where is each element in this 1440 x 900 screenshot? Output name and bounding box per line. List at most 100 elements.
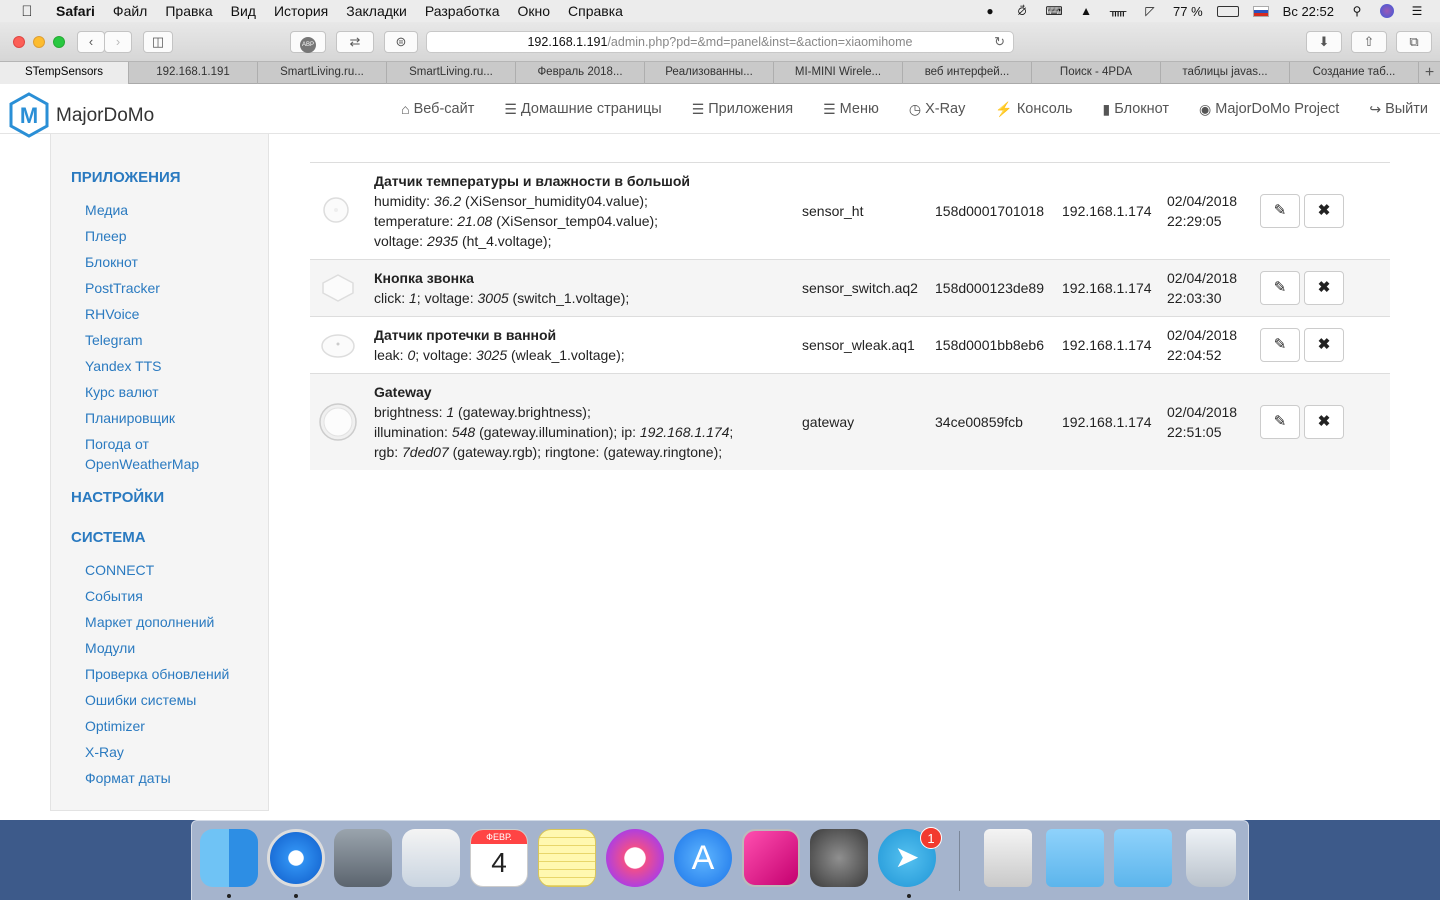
delete-button[interactable]: ✖ <box>1304 194 1344 228</box>
sidebar-item-date-format[interactable]: Формат даты <box>85 768 171 788</box>
input-language-icon[interactable] <box>1252 5 1269 17</box>
sidebar-item-optimizer[interactable]: Optimizer <box>85 716 145 736</box>
siri-icon[interactable] <box>1380 4 1394 18</box>
notes-icon[interactable] <box>538 829 596 887</box>
calendar-icon[interactable]: ФЕВР. 4 <box>470 829 528 887</box>
itunes-icon[interactable] <box>606 829 664 887</box>
delete-button[interactable]: ✖ <box>1304 271 1344 305</box>
nav-menu[interactable]: ☰ Меню <box>823 101 879 118</box>
sidebar-section-settings[interactable]: НАСТРОЙКИ <box>71 489 164 506</box>
menu-edit[interactable]: Правка <box>165 3 212 19</box>
preview-icon[interactable] <box>402 829 460 887</box>
sidebar-item-posttracker[interactable]: PostTracker <box>85 278 160 298</box>
menu-history[interactable]: История <box>274 3 328 19</box>
share-button[interactable]: ⇧ <box>1351 31 1387 53</box>
sidebar-item-connect[interactable]: CONNECT <box>85 560 154 580</box>
fullscreen-window-button[interactable] <box>53 36 65 48</box>
address-bar[interactable]: 192.168.1.191/admin.php?pd=&md=panel&ins… <box>426 31 1014 53</box>
sidebar-section-apps[interactable]: ПРИЛОЖЕНИЯ <box>71 169 181 186</box>
nav-console[interactable]: ⚡ Консоль <box>995 101 1072 118</box>
creative-cloud-icon[interactable]: ● <box>981 4 999 18</box>
spotlight-search-icon[interactable]: ⚲ <box>1348 4 1366 18</box>
browser-tab[interactable]: MI-MINI Wirele... <box>774 62 903 84</box>
sidebar-toggle-button[interactable]: ◫ <box>143 31 173 53</box>
trash-icon[interactable] <box>1186 829 1236 887</box>
system-preferences-icon[interactable] <box>810 829 868 887</box>
back-button[interactable]: ‹ <box>77 31 105 53</box>
edit-button[interactable]: ✎ <box>1260 271 1300 305</box>
browser-tab[interactable]: веб интерфей... <box>903 62 1032 84</box>
downloads-button[interactable]: ⬇ <box>1306 31 1342 53</box>
nav-website[interactable]: ⌂ Веб-сайт <box>401 101 474 117</box>
notification-center-icon[interactable]: ☰ <box>1408 4 1426 18</box>
delete-button[interactable]: ✖ <box>1304 328 1344 362</box>
cast-icon[interactable]: ▲ <box>1077 4 1095 18</box>
sidebar-item-modules[interactable]: Модули <box>85 638 135 658</box>
transmit-icon[interactable] <box>334 829 392 887</box>
edit-button[interactable]: ✎ <box>1260 405 1300 439</box>
nav-project[interactable]: ◉ MajorDoMo Project <box>1199 101 1339 118</box>
keyboard-icon[interactable]: ⌨ <box>1045 4 1063 18</box>
no-wifi-sync-icon[interactable]: ⦳ <box>1013 4 1031 18</box>
nav-apps[interactable]: ☰ Приложения <box>692 101 793 118</box>
browser-tab[interactable]: STempSensors <box>0 62 129 84</box>
nav-notepad[interactable]: ▮ Блокнот <box>1103 101 1170 118</box>
nav-logout[interactable]: ↪ Выйти <box>1369 101 1428 118</box>
document-icon[interactable] <box>984 829 1032 887</box>
browser-tab[interactable]: Реализованны... <box>645 62 774 84</box>
finder-icon[interactable] <box>200 829 258 887</box>
minimize-window-button[interactable] <box>33 36 45 48</box>
nav-xray[interactable]: ◷ X-Ray <box>909 101 966 118</box>
menu-bookmarks[interactable]: Закладки <box>346 3 407 19</box>
reader-button[interactable]: ⊜ <box>384 31 418 53</box>
browser-tab[interactable]: SmartLiving.ru... <box>258 62 387 84</box>
sidebar-item-errors[interactable]: Ошибки системы <box>85 690 196 710</box>
sidebar-section-system[interactable]: СИСТЕМА <box>71 529 146 546</box>
browser-tab[interactable]: таблицы javas... <box>1161 62 1290 84</box>
parallels-icon[interactable] <box>742 829 800 887</box>
edit-button[interactable]: ✎ <box>1260 328 1300 362</box>
browser-tab[interactable]: SmartLiving.ru... <box>387 62 516 84</box>
sidebar-item-scheduler[interactable]: Планировщик <box>85 408 175 428</box>
apple-icon[interactable]:  <box>16 3 38 20</box>
sidebar-item-telegram[interactable]: Telegram <box>85 330 143 350</box>
browser-tab[interactable]: Создание таб... <box>1290 62 1419 84</box>
browser-tab[interactable]: Февраль 2018... <box>516 62 645 84</box>
sidebar-item-events[interactable]: События <box>85 586 143 606</box>
menu-develop[interactable]: Разработка <box>425 3 500 19</box>
sidebar-item-rhvoice[interactable]: RHVoice <box>85 304 139 324</box>
app-store-icon[interactable]: A <box>674 829 732 887</box>
adblock-button[interactable]: ABP <box>290 31 326 53</box>
battery-icon[interactable] <box>1216 5 1239 17</box>
extension-button[interactable]: ⇄ <box>336 31 374 53</box>
sidebar-item-player[interactable]: Плеер <box>85 226 127 246</box>
sidebar-item-currency[interactable]: Курс валют <box>85 382 159 402</box>
sidebar-item-notepad[interactable]: Блокнот <box>85 252 138 272</box>
forward-button[interactable]: › <box>104 31 132 53</box>
bluetooth-icon[interactable]: ᚅ <box>1109 4 1127 18</box>
sidebar-item-weather-line2[interactable]: OpenWeatherMap <box>85 454 199 474</box>
sidebar-item-yandex-tts[interactable]: Yandex TTS <box>85 356 162 376</box>
safari-icon[interactable] <box>267 829 325 887</box>
sidebar-item-media[interactable]: Медиа <box>85 200 128 220</box>
edit-button[interactable]: ✎ <box>1260 194 1300 228</box>
menu-help[interactable]: Справка <box>568 3 623 19</box>
menu-app-safari[interactable]: Safari <box>56 3 95 19</box>
menu-file[interactable]: Файл <box>113 3 147 19</box>
browser-tab[interactable]: 192.168.1.191 <box>129 62 258 84</box>
nav-home-pages[interactable]: ☰ Домашние страницы <box>504 101 661 118</box>
windows-folder-icon[interactable] <box>1046 829 1104 887</box>
menu-view[interactable]: Вид <box>231 3 256 19</box>
reload-icon[interactable]: ↻ <box>994 32 1005 52</box>
sidebar-item-updates[interactable]: Проверка обновлений <box>85 664 229 684</box>
menu-window[interactable]: Окно <box>517 3 550 19</box>
close-window-button[interactable] <box>13 36 25 48</box>
browser-tab[interactable]: Поиск - 4PDA <box>1032 62 1161 84</box>
menubar-clock[interactable]: Вс 22:52 <box>1283 4 1334 19</box>
sidebar-item-weather[interactable]: Погода от <box>85 434 149 454</box>
sidebar-item-xray[interactable]: X-Ray <box>85 742 124 762</box>
sidebar-item-market[interactable]: Маркет дополнений <box>85 612 214 632</box>
tab-overview-button[interactable]: ⧉ <box>1396 31 1432 53</box>
linux-folder-icon[interactable] <box>1114 829 1172 887</box>
wifi-icon[interactable]: ◸ <box>1141 4 1159 18</box>
